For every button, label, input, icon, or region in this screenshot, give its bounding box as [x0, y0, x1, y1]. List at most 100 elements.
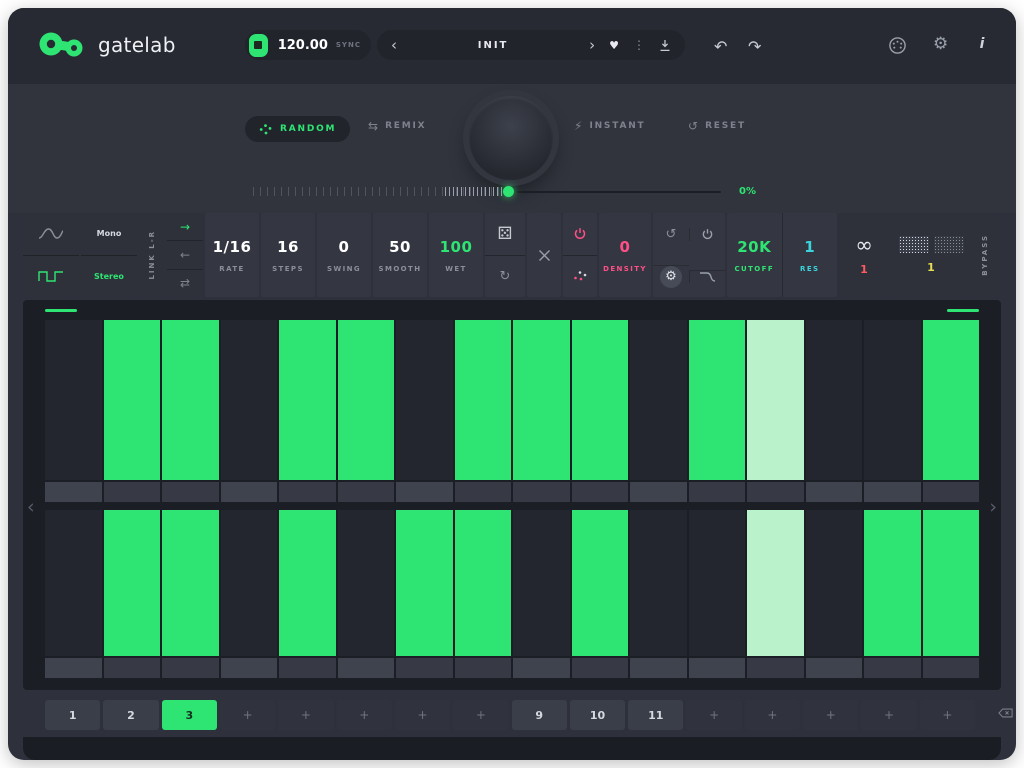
step-R-10[interactable] — [572, 510, 629, 656]
smooth-control[interactable]: 50 SMOOTH — [373, 213, 427, 297]
stub-L-7[interactable] — [396, 482, 453, 502]
step-R-5[interactable] — [279, 510, 336, 656]
step-L-4[interactable] — [221, 320, 278, 480]
stub-R-10[interactable] — [572, 658, 629, 678]
settings-gear-icon[interactable]: ⚙ — [933, 36, 948, 53]
pattern-button-8[interactable]: + — [453, 700, 508, 730]
pattern-button-9[interactable]: 9 — [512, 700, 567, 730]
link-lr-toggle[interactable]: LINK L-R — [139, 213, 165, 297]
instant-button[interactable]: ⚡ INSTANT — [574, 120, 645, 132]
info-icon[interactable]: i — [974, 37, 990, 51]
step-R-13[interactable] — [747, 510, 804, 656]
clear-pattern-button[interactable] — [998, 708, 1013, 718]
step-L-12[interactable] — [689, 320, 746, 480]
stub-R-7[interactable] — [396, 658, 453, 678]
step-R-11[interactable] — [630, 510, 687, 656]
stub-R-12[interactable] — [689, 658, 746, 678]
reroll-loop-button[interactable]: ↻ — [485, 255, 525, 298]
step-L-10[interactable] — [572, 320, 629, 480]
play-stop-button[interactable] — [249, 34, 268, 57]
pattern-button-2[interactable]: 2 — [103, 700, 158, 730]
res-control[interactable]: 1 RES — [782, 213, 838, 297]
stub-R-6[interactable] — [338, 658, 395, 678]
stub-L-10[interactable] — [572, 482, 629, 502]
pattern-button-7[interactable]: + — [395, 700, 450, 730]
stub-L-4[interactable] — [221, 482, 278, 502]
step-L-14[interactable] — [806, 320, 863, 480]
reset-button[interactable]: ↺ RESET — [688, 120, 746, 132]
step-R-8[interactable] — [455, 510, 512, 656]
rate-control[interactable]: 1/16 RATE — [205, 213, 259, 297]
swing-control[interactable]: 0 SWING — [317, 213, 371, 297]
stub-L-13[interactable] — [747, 482, 804, 502]
step-R-6[interactable] — [338, 510, 395, 656]
density-scatter-button[interactable] — [563, 255, 597, 298]
slider-handle[interactable] — [503, 186, 514, 197]
loop-end-marker[interactable] — [947, 309, 979, 312]
stub-R-9[interactable] — [513, 658, 570, 678]
stub-R-4[interactable] — [221, 658, 278, 678]
page-right-chevron[interactable]: › — [989, 498, 997, 517]
random-button[interactable]: RANDOM — [245, 116, 350, 142]
stub-L-15[interactable] — [864, 482, 921, 502]
step-R-3[interactable] — [162, 510, 219, 656]
stub-R-1[interactable] — [45, 658, 102, 678]
pattern-button-14[interactable]: + — [803, 700, 858, 730]
mutate-lock-button[interactable] — [527, 213, 561, 297]
pattern-button-5[interactable]: + — [278, 700, 333, 730]
preset-name[interactable]: INIT — [397, 40, 589, 51]
step-R-9[interactable] — [513, 510, 570, 656]
square-wave-button[interactable] — [23, 255, 79, 298]
midi-icon[interactable] — [888, 36, 907, 55]
redo-button[interactable]: ↷ — [748, 37, 761, 56]
preset-next-button[interactable]: › — [589, 38, 595, 53]
step-L-2[interactable] — [104, 320, 161, 480]
stub-L-9[interactable] — [513, 482, 570, 502]
step-L-1[interactable] — [45, 320, 102, 480]
step-L-11[interactable] — [630, 320, 687, 480]
randomize-knob[interactable] — [469, 96, 553, 180]
direction-right-button[interactable]: → — [167, 213, 203, 240]
step-L-3[interactable] — [162, 320, 219, 480]
pattern-button-11[interactable]: 11 — [628, 700, 683, 730]
stub-L-6[interactable] — [338, 482, 395, 502]
pattern-button-4[interactable]: + — [220, 700, 275, 730]
step-R-7[interactable] — [396, 510, 453, 656]
pattern-button-3[interactable]: 3 — [162, 700, 217, 730]
stub-L-2[interactable] — [104, 482, 161, 502]
step-R-15[interactable] — [864, 510, 921, 656]
density-power-button[interactable] — [563, 213, 597, 255]
step-L-6[interactable] — [338, 320, 395, 480]
preset-menu-icon[interactable]: ⋮ — [633, 39, 645, 51]
direction-left-button[interactable]: ← — [167, 240, 203, 268]
noise-mode-button[interactable]: 1 — [891, 213, 971, 297]
stub-L-8[interactable] — [455, 482, 512, 502]
direction-pingpong-button[interactable]: ⇄ — [167, 269, 203, 297]
stub-L-16[interactable] — [923, 482, 980, 502]
sync-toggle[interactable]: SYNC — [336, 41, 361, 49]
step-R-2[interactable] — [104, 510, 161, 656]
stub-R-13[interactable] — [747, 658, 804, 678]
loop-start-marker[interactable] — [45, 309, 77, 312]
stereo-button[interactable]: Stereo — [81, 255, 137, 298]
save-preset-icon[interactable] — [659, 39, 671, 52]
smooth-wave-button[interactable] — [23, 213, 79, 255]
step-R-16[interactable] — [923, 510, 980, 656]
page-left-chevron[interactable]: ‹ — [27, 498, 35, 517]
pattern-button-15[interactable]: + — [861, 700, 916, 730]
stub-R-11[interactable] — [630, 658, 687, 678]
randomize-amount-slider[interactable]: 0% — [253, 184, 773, 200]
dice-button[interactable]: ⚄ — [485, 213, 525, 255]
filter-cycle-button[interactable]: ↺ — [653, 227, 689, 242]
filter-power-button[interactable] — [689, 228, 725, 241]
step-L-5[interactable] — [279, 320, 336, 480]
bypass-toggle[interactable]: BYPASS — [973, 213, 997, 297]
remix-button[interactable]: ⇆ REMIX — [368, 120, 426, 132]
pattern-button-16[interactable]: + — [920, 700, 975, 730]
step-L-8[interactable] — [455, 320, 512, 480]
stub-L-14[interactable] — [806, 482, 863, 502]
undo-button[interactable]: ↶ — [714, 37, 727, 56]
step-L-13[interactable] — [747, 320, 804, 480]
step-L-15[interactable] — [864, 320, 921, 480]
filter-slope-button[interactable] — [689, 270, 725, 283]
